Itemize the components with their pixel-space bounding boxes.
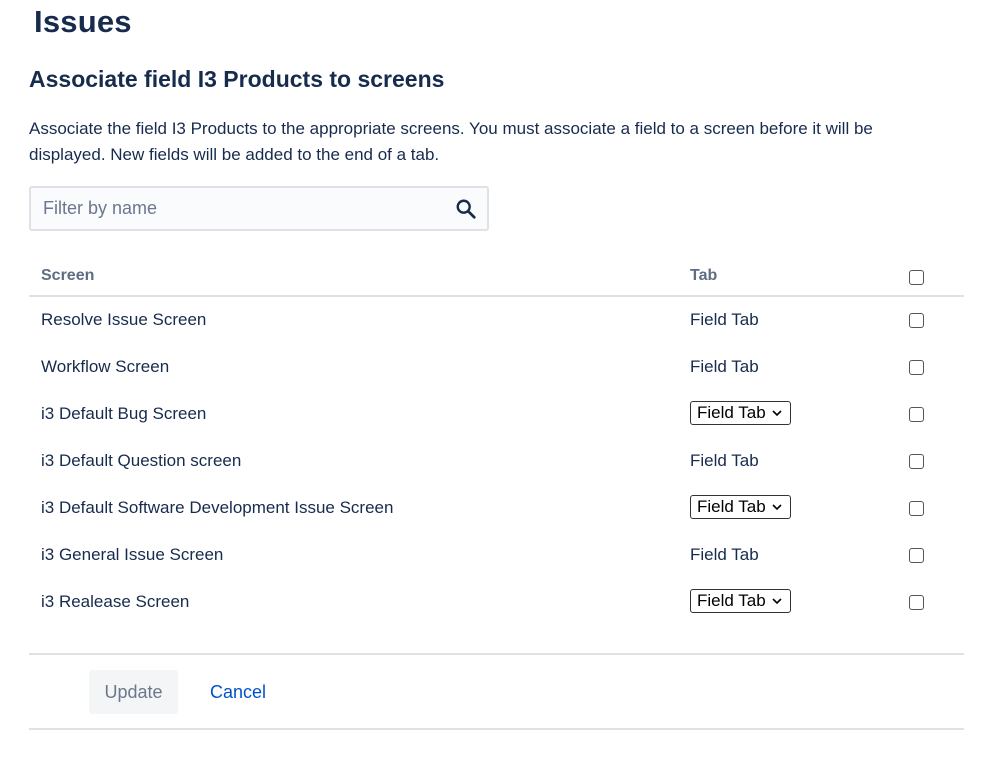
screen-name: i3 Realease Screen xyxy=(41,592,190,611)
table-header: Screen Tab xyxy=(29,255,964,297)
filter-input[interactable] xyxy=(31,188,441,229)
screen-name: i3 Default Question screen xyxy=(41,451,242,470)
tab-select[interactable]: Field Tab xyxy=(690,401,791,425)
table-row: i3 Realease Screen Field Tab xyxy=(29,579,964,626)
form-footer: Update Cancel xyxy=(29,653,964,730)
row-checkbox[interactable] xyxy=(909,548,924,563)
tab-name: Field Tab xyxy=(690,310,759,329)
row-checkbox[interactable] xyxy=(909,360,924,375)
row-checkbox[interactable] xyxy=(909,454,924,469)
table-row: i3 General Issue Screen Field Tab xyxy=(29,532,964,579)
section-title: Associate field I3 Products to screens xyxy=(29,66,445,92)
tab-name: Field Tab xyxy=(690,451,759,470)
chevron-down-icon xyxy=(772,504,782,511)
tab-select-value: Field Tab xyxy=(697,591,766,610)
chevron-down-icon xyxy=(772,598,782,605)
column-header-screen: Screen xyxy=(41,267,95,284)
filter-box xyxy=(29,186,489,231)
tab-name: Field Tab xyxy=(690,357,759,376)
select-all-checkbox[interactable] xyxy=(909,270,924,285)
update-button[interactable]: Update xyxy=(89,670,178,714)
screens-table: Screen Tab Resolve Issue Screen Field Tab… xyxy=(29,255,964,626)
page-title: Issues xyxy=(34,4,132,39)
row-checkbox[interactable] xyxy=(909,501,924,516)
tab-select-value: Field Tab xyxy=(697,403,766,422)
tab-name: Field Tab xyxy=(690,545,759,564)
row-checkbox[interactable] xyxy=(909,595,924,610)
screen-name: Workflow Screen xyxy=(41,357,170,376)
tab-select-value: Field Tab xyxy=(697,497,766,516)
column-header-tab: Tab xyxy=(690,267,718,284)
table-row: i3 Default Question screen Field Tab xyxy=(29,438,964,485)
description-text: Associate the field I3 Products to the a… xyxy=(29,119,873,164)
table-body: Resolve Issue Screen Field Tab Workflow Sc… xyxy=(29,297,964,626)
screen-name: i3 Default Bug Screen xyxy=(41,404,207,423)
screen-name: i3 Default Software Development Issue Sc… xyxy=(41,498,394,517)
tab-select[interactable]: Field Tab xyxy=(690,589,791,613)
tab-select[interactable]: Field Tab xyxy=(690,495,791,519)
table-row: i3 Default Software Development Issue Sc… xyxy=(29,485,964,532)
search-icon[interactable] xyxy=(455,198,477,220)
row-checkbox[interactable] xyxy=(909,407,924,422)
cancel-link[interactable]: Cancel xyxy=(210,682,266,703)
table-row: Resolve Issue Screen Field Tab xyxy=(29,297,964,344)
table-row: Workflow Screen Field Tab xyxy=(29,344,964,391)
chevron-down-icon xyxy=(772,410,782,417)
screen-name: i3 General Issue Screen xyxy=(41,545,224,564)
screen-name: Resolve Issue Screen xyxy=(41,310,207,329)
row-checkbox[interactable] xyxy=(909,313,924,328)
table-row: i3 Default Bug Screen Field Tab xyxy=(29,391,964,438)
